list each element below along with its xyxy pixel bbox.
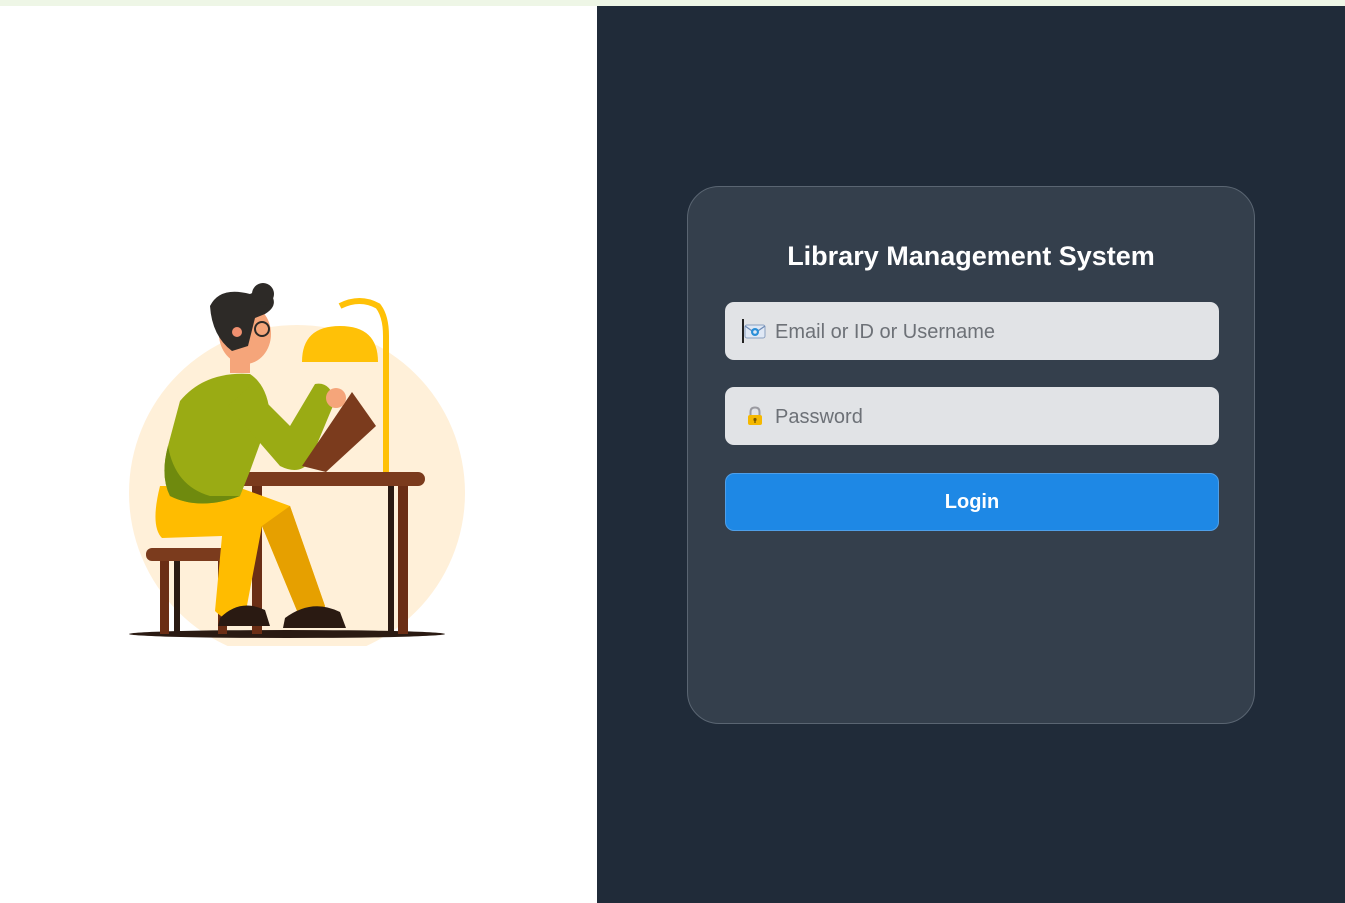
email-input[interactable] [773, 302, 1207, 362]
password-field[interactable] [725, 387, 1219, 447]
envelope-icon [744, 324, 766, 339]
reading-person-illustration [129, 283, 465, 646]
login-panel: Library Management System Login [597, 6, 1345, 903]
password-input[interactable] [773, 387, 1207, 447]
login-button[interactable]: Login [725, 473, 1219, 531]
page-title: Library Management System [787, 241, 1155, 271]
lock-icon [748, 406, 762, 425]
login-card: Library Management System Login [687, 186, 1255, 724]
email-field[interactable] [725, 302, 1219, 362]
illustration-panel [0, 6, 597, 903]
